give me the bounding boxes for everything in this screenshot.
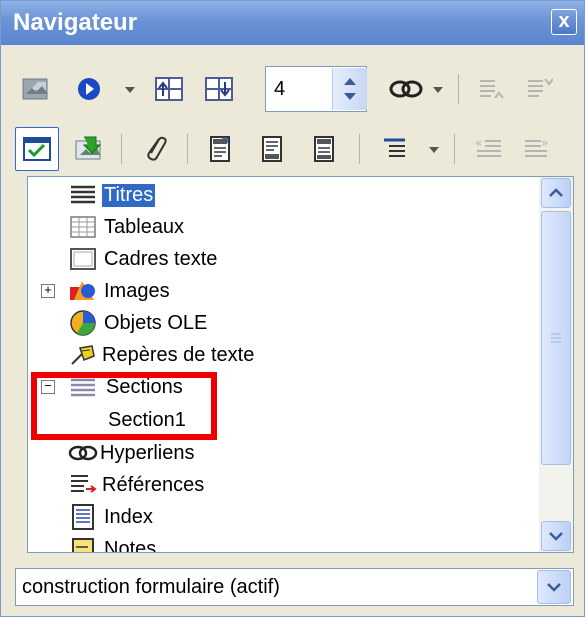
ole-object-icon [70,310,96,336]
tree-item-label: Objets OLE [104,311,208,334]
demote-chapter-icon[interactable]: » [515,127,559,171]
toolbar-separator [458,74,459,104]
vertical-scrollbar[interactable] [539,177,573,552]
footer-icon[interactable] [251,127,295,171]
tree-item-tableaux[interactable]: Tableaux [68,212,184,242]
drag-mode-icon[interactable] [384,67,428,111]
tree-item-reperes-de-texte[interactable]: Repères de texte [68,340,254,370]
tree-item-index[interactable]: Index [68,502,153,532]
hyperlink-icon [68,445,98,461]
frame-icon [70,248,96,270]
chevron-down-icon[interactable] [537,570,571,604]
toolbar-separator [454,134,455,164]
content-tree[interactable]: Titres Tableaux Cadres texte + Images Ob… [27,176,574,553]
tree-item-label: Tableaux [104,215,185,238]
scroll-up-button[interactable] [541,178,571,208]
navigator-panel: Navigateur x 4 « » Titres Tableaux Cadre… [0,0,585,617]
heading-levels-dropdown-arrow[interactable] [429,147,439,153]
tree-item-label: Notes [104,537,157,553]
tree-item-label: Index [104,505,153,528]
tree-item-label: Références [102,473,205,496]
bookmark-icon [71,345,95,365]
next-icon[interactable] [197,67,241,111]
drag-mode-dropdown-arrow[interactable] [433,87,443,93]
images-icon [70,281,95,300]
promote-chapter-icon[interactable]: « [467,127,511,171]
heading-levels-icon[interactable] [373,127,417,171]
tree-item-hyperliens[interactable]: Hyperliens [68,438,194,468]
svg-text:»: » [541,136,548,150]
tree-item-titres[interactable]: Titres [68,180,156,210]
demote-level-icon[interactable] [519,67,559,111]
scroll-down-button[interactable] [541,521,571,551]
tree-item-objets-ole[interactable]: Objets OLE [68,308,207,338]
references-icon [71,475,97,493]
tree-item-references[interactable]: Références [68,470,204,500]
document-select[interactable]: construction formulaire (actif) [15,568,574,606]
tree-item-label: Titres [102,183,156,207]
navigation-icon[interactable] [67,67,111,111]
tree-item-cadres-texte[interactable]: Cadres texte [68,244,217,274]
tree-item-label: Cadres texte [104,247,218,270]
toggle-content-icon[interactable] [15,67,59,111]
close-button[interactable]: x [551,9,577,35]
previous-icon[interactable] [147,67,191,111]
spin-buttons[interactable] [332,68,367,110]
scrollbar-thumb[interactable] [541,211,571,465]
set-reminder-icon[interactable] [133,127,177,171]
table-icon [70,216,96,238]
navigation-dropdown-arrow[interactable] [125,87,135,93]
sections-highlight-box [31,372,217,440]
expand-images-toggle[interactable]: + [41,284,55,298]
index-icon [72,504,94,530]
toolbar-separator [121,134,122,164]
anchor-icon[interactable] [303,127,347,171]
header-icon[interactable] [199,127,243,171]
tree-item-label: Images [104,279,170,302]
window-title: Navigateur [13,9,138,36]
page-number-value: 4 [274,78,286,100]
svg-text:«: « [475,136,482,150]
promote-level-icon[interactable] [471,67,511,111]
toolbar-separator [359,134,360,164]
document-select-value: construction formulaire (actif) [22,576,280,598]
tree-item-label: Hyperliens [100,441,195,464]
headings-icon [71,185,95,204]
tree-item-label: Repères de texte [102,343,255,366]
title-bar[interactable]: Navigateur x [1,1,584,45]
content-view-icon[interactable] [67,127,111,171]
list-box-toggle-icon[interactable] [15,127,59,171]
page-number-spinbox[interactable]: 4 [265,66,367,112]
toolbar-separator [187,134,188,164]
tree-item-images[interactable]: Images [68,276,170,306]
notes-icon [72,538,94,552]
tree-item-notes[interactable]: Notes [68,534,157,553]
